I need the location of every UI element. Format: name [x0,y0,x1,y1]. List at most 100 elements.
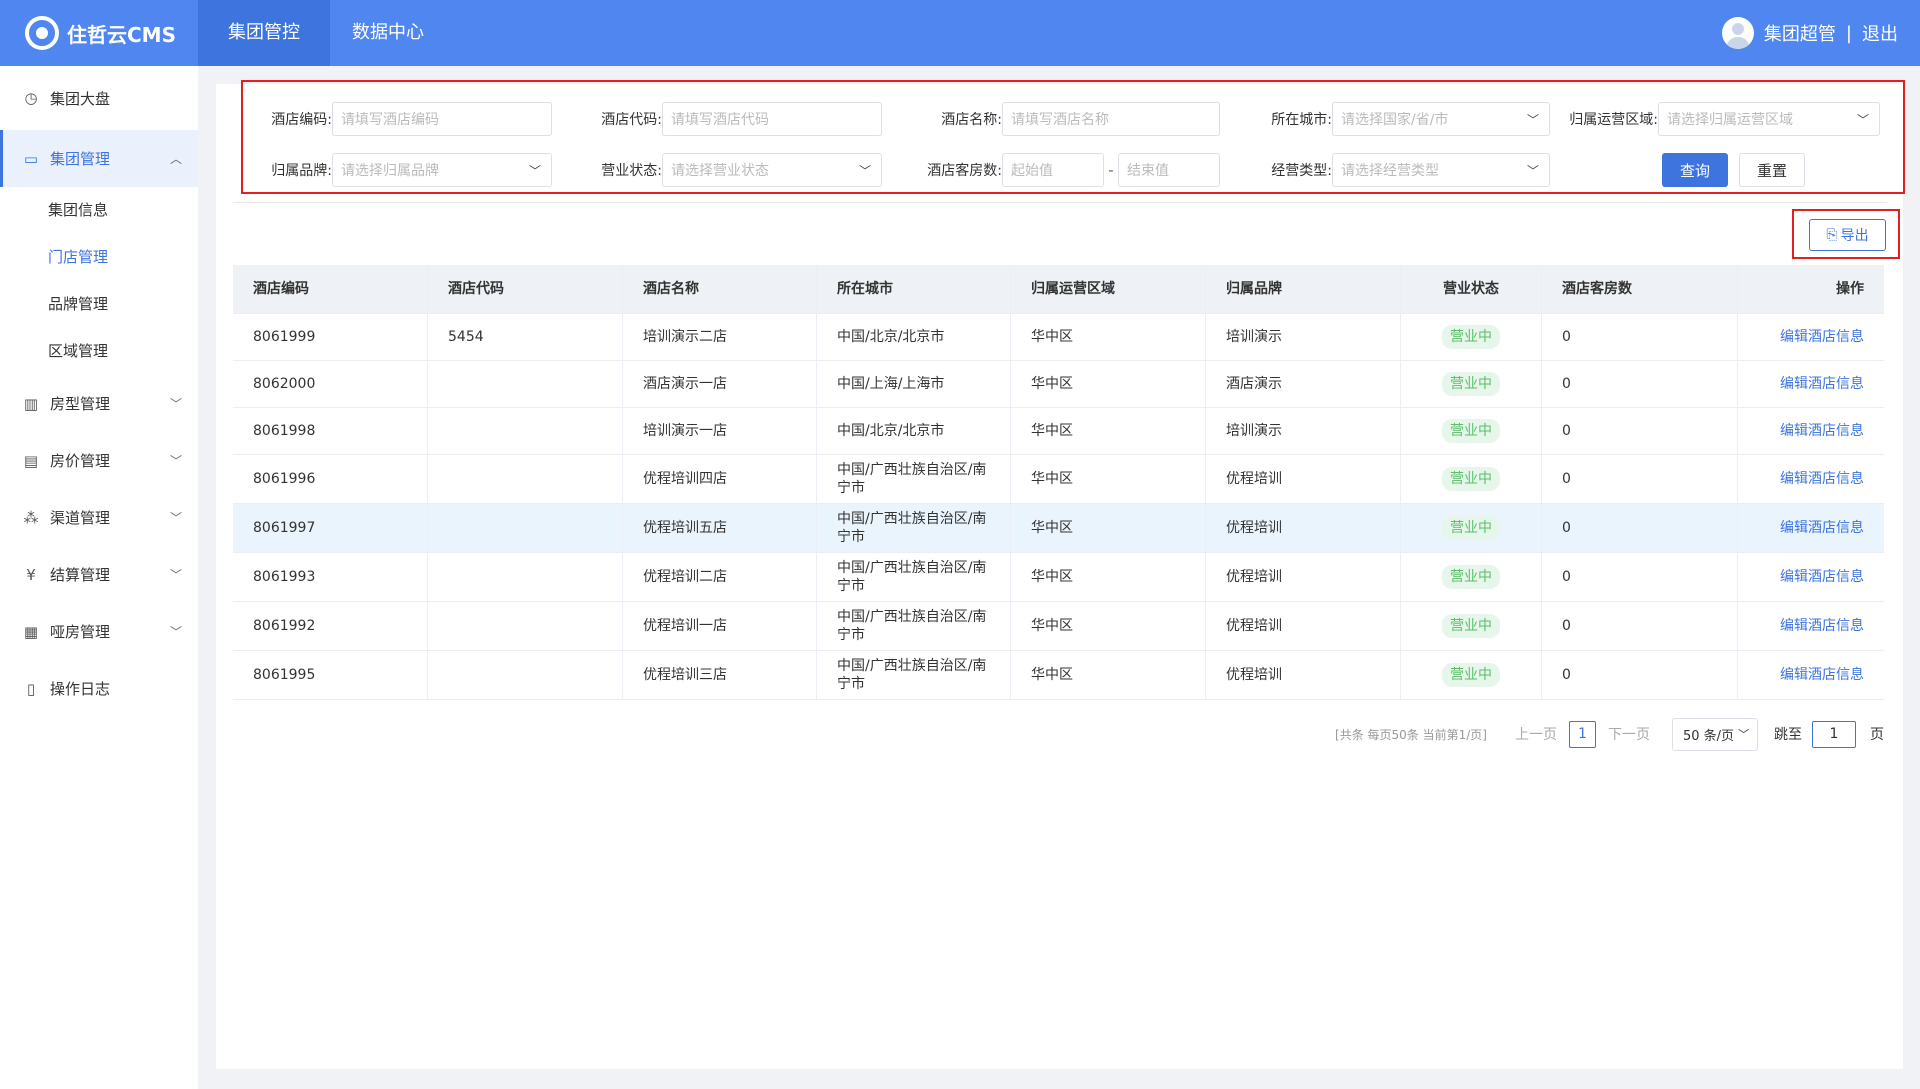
edit-hotel-link[interactable]: 编辑酒店信息 [1780,617,1864,635]
cell-city: 中国/广西壮族自治区/南宁市 [817,553,1011,601]
status-badge: 营业中 [1442,324,1500,350]
sidebar-sub-brand-management[interactable]: 品牌管理 [0,281,198,328]
biz-type-select[interactable]: 请选择经营类型 ﹀ [1332,153,1550,187]
filter-label: 酒店客房数: [927,163,1002,179]
edit-hotel-link[interactable]: 编辑酒店信息 [1780,666,1864,684]
city-select[interactable]: 请选择国家/省/市 ﹀ [1332,102,1550,136]
edit-hotel-link[interactable]: 编辑酒店信息 [1780,470,1864,488]
cell-rooms: 0 [1542,651,1738,699]
cell-rooms: 0 [1542,314,1738,360]
edit-hotel-link[interactable]: 编辑酒店信息 [1780,375,1864,393]
page-unit-label: 页 [1870,727,1884,743]
edit-hotel-link[interactable]: 编辑酒店信息 [1780,422,1864,440]
cell-hotel-id [428,408,623,454]
cell-text: 中国/广西壮族自治区/南宁市 [837,461,987,496]
hotel-id-input[interactable]: 请填写酒店代码 [662,102,882,136]
cell-hotel-code: 8062000 [233,361,428,407]
cell-action: 编辑酒店信息 [1738,361,1884,407]
cell-text: 0 [1562,666,1571,683]
rooms-max-input[interactable]: 结束值 [1118,153,1220,187]
sidebar-item-room-price[interactable]: ▤ 房价管理 ﹀ [0,432,198,489]
filter-label: 归属品牌: [271,163,332,179]
status-badge: 营业中 [1442,564,1500,590]
sidebar-sub-region-management[interactable]: 区域管理 [0,328,198,375]
region-select[interactable]: 请选择归属运营区域 ﹀ [1658,102,1880,136]
sidebar-item-label: 渠道管理 [50,509,111,527]
nav-group-control[interactable]: 集团管控 [198,0,330,66]
sidebar-item-settlement[interactable]: ¥ 结算管理 ﹀ [0,546,198,603]
cell-text: 优程培训四店 [643,470,727,487]
sidebar-item-label: 集团管理 [50,150,111,168]
sidebar-item-channel[interactable]: ⁂ 渠道管理 ﹀ [0,489,198,546]
jump-page-input[interactable]: 1 [1812,720,1856,748]
cell-text: 优程培训 [1226,470,1282,487]
cell-rooms: 0 [1542,361,1738,407]
cell-brand: 优程培训 [1206,553,1401,601]
edit-hotel-link[interactable]: 编辑酒店信息 [1780,519,1864,537]
query-button[interactable]: 查询 [1662,153,1728,187]
sidebar-item-operation-log[interactable]: ▯ 操作日志 [0,660,198,717]
cell-status: 营业中 [1401,602,1542,650]
cell-region: 华中区 [1011,553,1206,601]
cell-action: 编辑酒店信息 [1738,455,1884,503]
table-body: 8061999 5454 培训演示二店 中国/北京/北京市 华中区 培训演示 营业中 0 编辑酒… [233,314,1884,700]
sidebar-sub-group-info[interactable]: 集团信息 [0,187,198,234]
next-page-button[interactable]: 下一页 [1608,724,1650,744]
page-size-select[interactable]: 50 条/页 ﹀ [1672,717,1758,751]
status-badge: 营业中 [1442,515,1500,541]
sidebar-item-group-management[interactable]: ▭ 集团管理 ︿ [0,130,198,187]
cell-text: 培训演示 [1226,422,1282,439]
cell-text: 0 [1562,519,1571,536]
chevron-down-icon: ﹀ [528,164,541,178]
export-button[interactable]: ⎘ 导出 [1809,219,1886,251]
column-header: 酒店编码 [233,265,428,313]
logo-icon [25,16,59,50]
rooms-min-input[interactable]: 起始值 [1002,153,1104,187]
cell-hotel-name: 优程培训四店 [623,455,817,503]
cell-hotel-code: 8061998 [233,408,428,454]
pagination-info: [共条 每页50条 当前第1/页] [1335,727,1487,742]
cell-hotel-name: 培训演示一店 [623,408,817,454]
chevron-up-icon: ︿ [169,152,182,166]
hotel-name-input[interactable]: 请填写酒店名称 [1002,102,1220,136]
logout-link[interactable]: 退出 [1862,20,1898,46]
cell-hotel-id [428,602,623,650]
reset-button[interactable]: 重置 [1739,153,1805,187]
sidebar-item-dummy-room[interactable]: ▦ 哑房管理 ﹀ [0,603,198,660]
cell-text: 华中区 [1031,470,1073,487]
cell-text: 8061998 [253,422,316,439]
edit-hotel-link[interactable]: 编辑酒店信息 [1780,328,1864,346]
nav-data-center[interactable]: 数据中心 [330,0,446,66]
cell-text: 中国/广西壮族自治区/南宁市 [837,608,987,643]
sidebar-item-dashboard[interactable]: ◷ 集团大盘 [0,66,198,130]
cell-hotel-id [428,361,623,407]
cell-text: 优程培训一店 [643,617,727,634]
hotel-code-input[interactable]: 请填写酒店编码 [332,102,552,136]
filter-hotel-id: 酒店代码: 请填写酒店代码 [594,102,882,136]
cell-text: 华中区 [1031,666,1073,683]
cell-brand: 优程培训 [1206,504,1401,552]
status-badge: 营业中 [1442,662,1500,688]
sidebar-item-room-type[interactable]: ▥ 房型管理 ﹀ [0,375,198,432]
cell-text: 培训演示一店 [643,422,727,439]
prev-page-button[interactable]: 上一页 [1515,724,1557,744]
column-header: 操作 [1836,280,1864,297]
select-placeholder: 请选择归属品牌 [341,163,439,179]
export-label: 导出 [1840,228,1869,244]
avatar[interactable] [1721,17,1754,49]
logo[interactable]: 住哲云CMS [0,0,198,66]
filter-label: 酒店编码: [271,112,332,128]
sidebar-item-label: 房型管理 [50,395,111,413]
status-select[interactable]: 请选择营业状态 ﹀ [662,153,882,187]
user-name[interactable]: 集团超管 [1764,20,1836,46]
cell-text: 0 [1562,328,1571,345]
edit-hotel-link[interactable]: 编辑酒店信息 [1780,568,1864,586]
file-icon: ▯ [26,679,36,698]
column-header: 归属品牌 [1206,265,1401,313]
brand-select[interactable]: 请选择归属品牌 ﹀ [332,153,552,187]
sidebar-sub-store-management[interactable]: 门店管理 [0,234,198,281]
page-number-button[interactable]: 1 [1569,720,1596,748]
cell-action: 编辑酒店信息 [1738,553,1884,601]
cell-rooms: 0 [1542,504,1738,552]
divider [233,202,1887,203]
